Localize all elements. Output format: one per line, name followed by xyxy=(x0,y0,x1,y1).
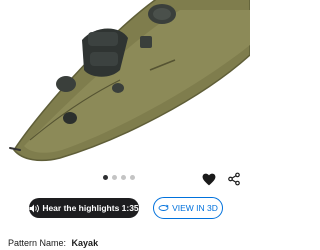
hear-highlights-button[interactable]: Hear the highlights 1:35 xyxy=(29,198,139,218)
carousel-dot[interactable] xyxy=(103,175,108,180)
favorite-button[interactable] xyxy=(200,170,218,188)
pattern-value: Kayak xyxy=(71,238,99,248)
kayak-illustration xyxy=(9,0,250,162)
carousel-dot[interactable] xyxy=(121,175,126,180)
view-in-3d-button[interactable]: VIEW IN 3D xyxy=(153,197,223,219)
pattern-label: Pattern Name: xyxy=(8,238,67,248)
speaker-icon xyxy=(29,204,40,212)
view-in-3d-label: VIEW IN 3D xyxy=(172,203,218,213)
share-button[interactable] xyxy=(225,170,243,188)
carousel-dot[interactable] xyxy=(130,175,135,180)
hear-highlights-label: Hear the highlights 1:35 xyxy=(42,203,139,213)
carousel-dot[interactable] xyxy=(112,175,117,180)
heart-icon xyxy=(202,173,216,185)
carousel-dots[interactable] xyxy=(103,175,135,180)
share-icon xyxy=(228,172,240,186)
pattern-name-row: Pattern Name: Kayak xyxy=(8,238,98,248)
3d-rotate-icon xyxy=(158,204,169,211)
product-image[interactable] xyxy=(0,0,250,168)
